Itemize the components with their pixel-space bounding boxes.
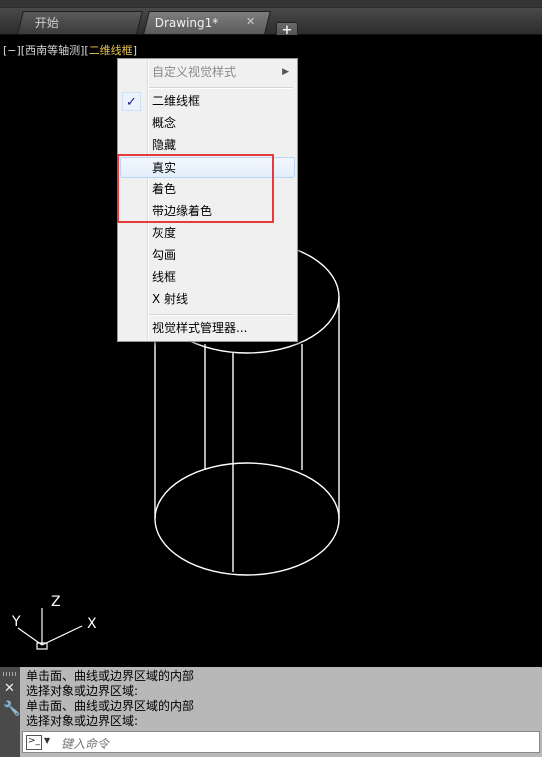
menu-item-shades-of-gray[interactable]: 灰度 bbox=[120, 223, 295, 244]
command-line: ✕ 🔧 单击面、曲线或边界区域的内部 选择对象或边界区域: 单击面、曲线或边界区… bbox=[0, 667, 542, 757]
menu-item-label: 概念 bbox=[152, 116, 177, 130]
submenu-arrow-icon: ▶ bbox=[282, 67, 289, 77]
command-placeholder: 键入命令 bbox=[61, 737, 110, 751]
annotation-highlight-box bbox=[117, 154, 274, 223]
ucs-y-label: Y bbox=[11, 614, 21, 630]
wrench-icon[interactable]: 🔧 bbox=[3, 701, 20, 717]
menu-item-label: X 射线 bbox=[152, 292, 189, 306]
menu-item-wireframe[interactable]: 线框 bbox=[120, 267, 295, 288]
menu-item-hidden[interactable]: 隐藏 bbox=[120, 135, 295, 156]
menu-separator bbox=[149, 87, 293, 89]
visual-style-label[interactable]: 二维线框 bbox=[89, 44, 133, 57]
viewport-view-label[interactable]: [−][西南等轴测][ bbox=[3, 44, 89, 57]
drag-handle-icon[interactable] bbox=[3, 672, 17, 676]
menu-item-label: 隐藏 bbox=[152, 138, 177, 152]
menu-item-custom-visual-style[interactable]: 自定义视觉样式 ▶ bbox=[120, 62, 295, 83]
menu-item-label: 勾画 bbox=[152, 248, 177, 262]
cylinder-bottom-ellipse[interactable] bbox=[154, 462, 340, 576]
ucs-icon bbox=[17, 608, 83, 650]
prompt-icon[interactable]: >_ bbox=[26, 735, 42, 750]
viewport-label-end: ] bbox=[132, 44, 137, 57]
menu-item-x-ray[interactable]: X 射线 bbox=[120, 289, 295, 310]
menu-item-label: 二维线框 bbox=[152, 94, 201, 108]
menu-item-sketchy[interactable]: 勾画 bbox=[120, 245, 295, 266]
menu-separator bbox=[149, 314, 293, 316]
command-line-sidebar: ✕ 🔧 bbox=[0, 667, 20, 757]
command-history-line: 单击面、曲线或边界区域的内部 bbox=[26, 699, 195, 713]
command-history-line: 选择对象或边界区域: bbox=[26, 714, 139, 728]
command-history-line: 单击面、曲线或边界区域的内部 bbox=[26, 669, 195, 683]
menu-item-label: 自定义视觉样式 bbox=[152, 65, 237, 79]
command-history-line: 选择对象或边界区域: bbox=[26, 684, 139, 698]
menu-item-2d-wireframe[interactable]: ✓ 二维线框 bbox=[120, 91, 295, 112]
ucs-z-label: Z bbox=[51, 594, 61, 610]
command-input[interactable]: >_ ▼ 键入命令 bbox=[22, 731, 540, 753]
ucs-x-label: X bbox=[87, 616, 97, 632]
close-icon[interactable]: ✕ bbox=[4, 681, 15, 696]
menu-item-conceptual[interactable]: 概念 bbox=[120, 113, 295, 134]
chevron-down-icon[interactable]: ▼ bbox=[44, 736, 50, 745]
menu-item-label: 线框 bbox=[152, 270, 177, 284]
menu-item-label: 视觉样式管理器... bbox=[152, 321, 248, 335]
checkmark-icon: ✓ bbox=[122, 92, 141, 111]
viewport-controls-label[interactable]: [−][西南等轴测][二维线框] bbox=[3, 42, 137, 58]
menu-item-label: 灰度 bbox=[152, 226, 177, 240]
menu-item-visual-styles-manager[interactable]: 视觉样式管理器... bbox=[120, 318, 295, 339]
